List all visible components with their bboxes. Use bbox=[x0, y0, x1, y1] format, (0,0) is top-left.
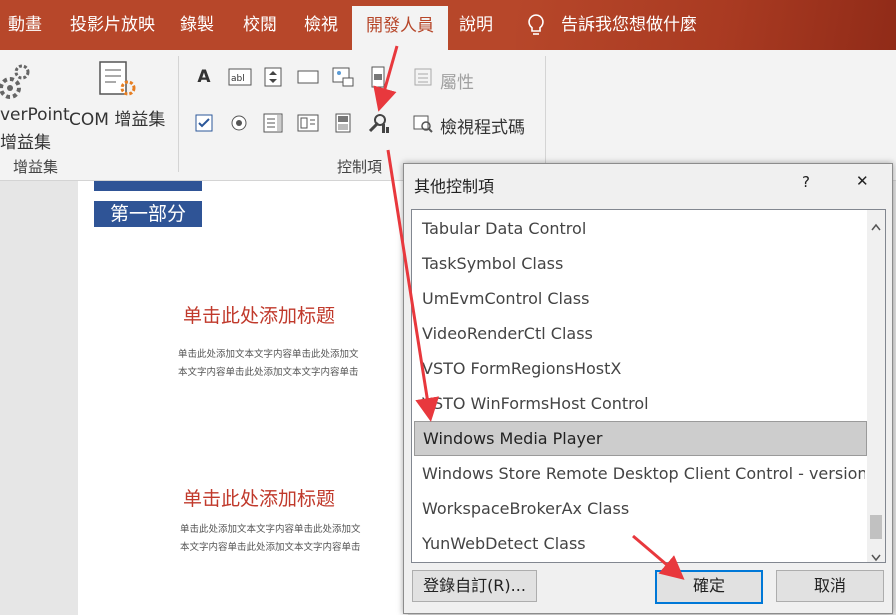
arrow-to-windows-media-player bbox=[386, 149, 440, 422]
arrow-to-more-controls bbox=[373, 45, 399, 112]
annotation-arrows bbox=[373, 45, 685, 580]
arrow-to-ok-button bbox=[632, 534, 685, 580]
